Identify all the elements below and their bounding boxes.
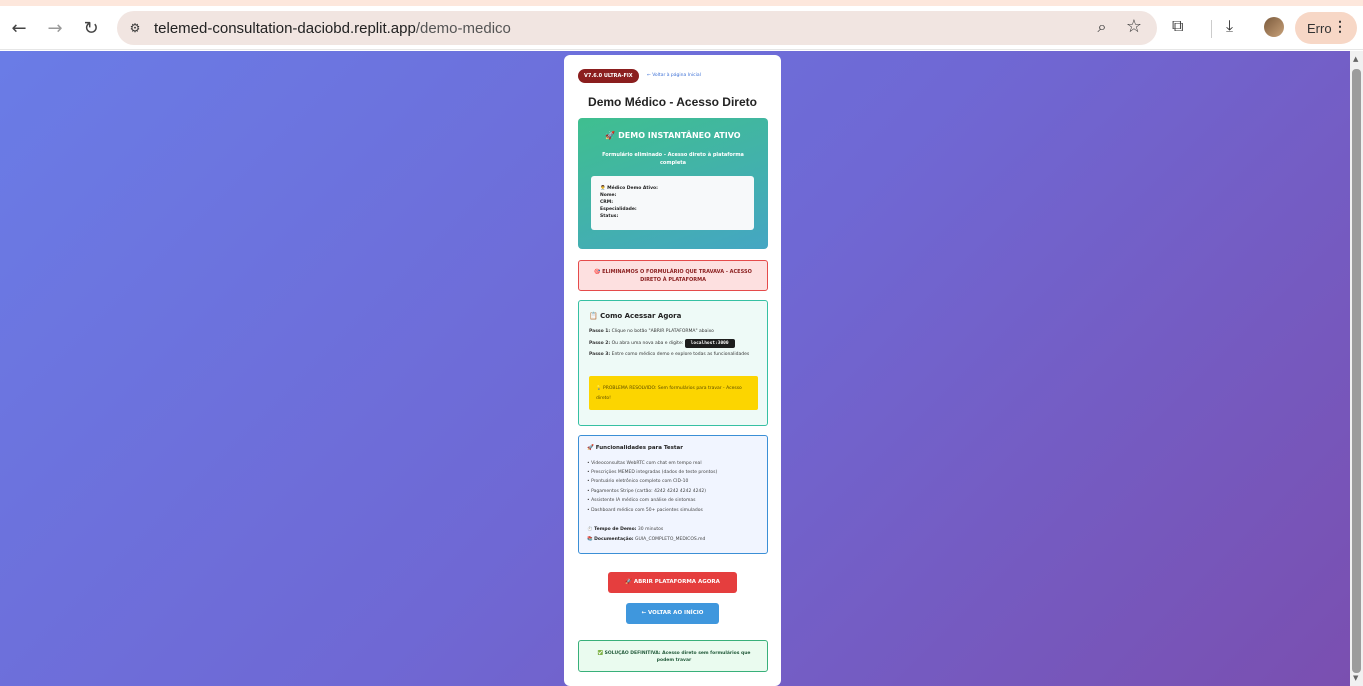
zoom-icon[interactable]: ⌕ (1091, 17, 1113, 39)
list-item: • Pagamentos Stripe (cartão: 4242 4242 4… (587, 489, 706, 494)
step-2: Passo 2: Ou abra uma nova aba e digite: … (589, 339, 735, 348)
demo-subtitle: Formulário eliminado - Acesso direto à p… (602, 152, 744, 166)
scroll-down-icon[interactable]: ▼ (1353, 674, 1358, 682)
warning-banner: 🎯 ELIMINAMOS O FORMULÁRIO QUE TRAVAVA - … (578, 260, 768, 291)
demo-time: ⏱️ Tempo de Demo: 30 minutos (587, 527, 664, 532)
doctor-info-card: 👨‍⚕️ Médico Demo Ativo: Nome: CRM: Espec… (591, 176, 754, 230)
site-info-icon[interactable]: ⚙ (125, 18, 145, 38)
step-3: Passo 3: Entre como médico demo e explor… (589, 352, 750, 357)
vertical-scrollbar[interactable]: ▲ ▼ (1350, 51, 1363, 686)
reload-icon[interactable]: ↻ (77, 14, 105, 42)
solution-banner: ✅ SOLUÇÃO DEFINITIVA: Acesso direto sem … (578, 640, 768, 672)
list-item: • Dashboard médico com 50+ pacientes sim… (587, 508, 703, 513)
avatar[interactable] (1264, 17, 1284, 37)
features-panel: 🚀 Funcionalidades para Testar • Videocon… (578, 435, 768, 554)
browser-toolbar: ← → ↻ ⚙ telemed-consultation-daciobd.rep… (0, 6, 1363, 50)
doctor-specialty-label: Especialidade: (600, 207, 637, 212)
solution-text: ✅ SOLUÇÃO DEFINITIVA: Acesso direto sem … (597, 651, 751, 663)
doctor-header: 👨‍⚕️ Médico Demo Ativo: (600, 186, 658, 191)
back-to-home-link[interactable]: ← Voltar à página Inicial (647, 73, 701, 78)
demo-active-panel: 🚀 DEMO INSTANTÂNEO ATIVO Formulário elim… (578, 118, 768, 249)
list-item: • Prontuário eletrônico completo com CID… (587, 479, 689, 484)
tip-text: 💡 PROBLEMA RESOLVIDO: Sem formulários pa… (596, 386, 742, 401)
warning-text: 🎯 ELIMINAMOS O FORMULÁRIO QUE TRAVAVA - … (594, 269, 752, 283)
puzzle-icon[interactable]: ⧉ (1172, 16, 1194, 38)
list-item: • Assistente IA médico com análise de si… (587, 498, 696, 503)
demo-title: 🚀 DEMO INSTANTÂNEO ATIVO (605, 131, 741, 140)
toolbar-divider (1211, 20, 1212, 38)
documentation: 📚 Documentação: GUIA_COMPLETO_MEDICOS.md (587, 537, 706, 542)
how-to-title: 📋 Como Acessar Agora (589, 312, 682, 320)
demo-card: V7.6.0 ULTRA-FIX ← Voltar à página Inici… (564, 55, 781, 686)
address-bar[interactable]: ⚙ telemed-consultation-daciobd.replit.ap… (117, 11, 1157, 45)
doctor-name-label: Nome: (600, 193, 617, 198)
scroll-up-icon[interactable]: ▲ (1353, 55, 1358, 63)
list-item: • Prescrições MEMED integradas (dados de… (587, 470, 718, 475)
profile-error-button[interactable]: Erro ⋮ (1295, 12, 1357, 44)
step-1: Passo 1: Clique no botão "ABRIR PLATAFOR… (589, 329, 714, 334)
scrollbar-thumb[interactable] (1352, 69, 1361, 673)
forward-arrow-icon[interactable]: → (41, 14, 69, 42)
star-icon[interactable]: ☆ (1123, 16, 1145, 38)
profile-label: Erro (1307, 20, 1332, 36)
page-title: Demo Médico - Acesso Direto (588, 95, 757, 109)
page-viewport: V7.6.0 ULTRA-FIX ← Voltar à página Inici… (0, 51, 1350, 686)
tip-banner: 💡 PROBLEMA RESOLVIDO: Sem formulários pa… (589, 376, 758, 410)
list-item: • Videoconsultas WebRTC com chat em temp… (587, 461, 702, 466)
features-title: 🚀 Funcionalidades para Testar (587, 445, 683, 451)
doctor-crm-label: CRM: (600, 200, 614, 205)
doctor-status-label: Status: (600, 214, 619, 219)
back-arrow-icon[interactable]: ← (5, 14, 33, 42)
version-badge: V7.6.0 ULTRA-FIX (578, 69, 639, 83)
kebab-menu-icon[interactable]: ⋮ (1333, 18, 1347, 35)
url-text[interactable]: telemed-consultation-daciobd.replit.app/… (154, 20, 511, 37)
download-icon[interactable]: ⤓ (1226, 16, 1248, 38)
open-platform-button[interactable]: 🚀 ABRIR PLATAFORMA AGORA (608, 572, 737, 593)
how-to-panel: 📋 Como Acessar Agora Passo 1: Clique no … (578, 300, 768, 426)
back-home-button[interactable]: ← VOLTAR AO INÍCIO (626, 603, 719, 624)
localhost-code: localhost:3000 (684, 339, 735, 348)
